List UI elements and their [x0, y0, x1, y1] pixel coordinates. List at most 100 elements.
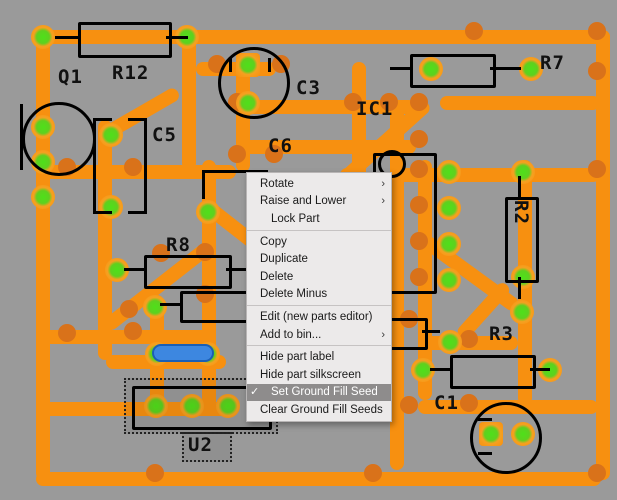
menu-item-delete-minus[interactable]: Delete Minus — [247, 286, 391, 304]
silkscreen-outline — [144, 255, 232, 289]
pad[interactable] — [511, 160, 535, 184]
part-label-R2: R2 — [510, 200, 532, 225]
menu-item-set-ground-fill-seed[interactable]: ✓ Set Ground Fill Seed — [247, 383, 391, 402]
menu-item-label: Delete — [260, 270, 294, 283]
component-lead — [518, 277, 521, 299]
pad[interactable] — [438, 330, 462, 354]
component-lead — [422, 330, 440, 333]
trace-segment[interactable] — [182, 30, 196, 170]
polarity-mark — [229, 58, 232, 72]
menu-item-label: Lock Part — [271, 212, 320, 225]
part-label-C3: C3 — [296, 77, 321, 99]
menu-item-label: Rotate — [260, 177, 294, 190]
trace-segment[interactable] — [36, 472, 601, 486]
chevron-right-icon: › — [381, 177, 385, 190]
via[interactable] — [588, 62, 606, 80]
menu-item-label: Edit (new parts editor) — [260, 310, 373, 323]
via[interactable] — [58, 324, 76, 342]
component-lead — [430, 368, 451, 371]
pcb-canvas[interactable]: Q1 R12 C5 C3 C6 IC1 R7 R2 R8 R3 C1 U2 Ro… — [0, 0, 617, 500]
menu-separator — [247, 345, 391, 347]
chevron-right-icon: › — [381, 195, 385, 208]
part-label-R7: R7 — [540, 52, 565, 74]
component-lead — [490, 67, 521, 70]
via[interactable] — [364, 464, 382, 482]
component-lead — [55, 36, 79, 39]
pad[interactable] — [31, 25, 55, 49]
menu-item-hide-part-label[interactable]: Hide part label — [247, 348, 391, 366]
via[interactable] — [146, 464, 164, 482]
part-label-IC1: IC1 — [356, 98, 394, 120]
silkscreen-outline — [128, 118, 147, 214]
menu-item-label: Delete Minus — [260, 288, 328, 301]
trace-segment[interactable] — [440, 96, 600, 110]
menu-item-lock-part[interactable]: Lock Part — [247, 210, 391, 228]
menu-item-raise-and-lower[interactable]: Raise and Lower › — [247, 193, 391, 211]
trace-segment[interactable] — [36, 30, 50, 330]
component-lead — [390, 67, 411, 70]
check-icon: ✓ — [250, 385, 260, 398]
component-lead — [166, 36, 188, 39]
pad[interactable] — [437, 160, 461, 184]
pad[interactable] — [510, 300, 534, 324]
menu-separator — [247, 229, 391, 231]
via[interactable] — [588, 22, 606, 40]
via[interactable] — [410, 130, 428, 148]
menu-item-label: Clear Ground Fill Seeds — [260, 403, 383, 416]
menu-item-clear-ground-fill-seeds[interactable]: Clear Ground Fill Seeds — [247, 401, 391, 419]
menu-item-label: Copy — [260, 235, 287, 248]
part-label-R12: R12 — [112, 62, 150, 84]
silkscreen-outline — [450, 355, 536, 389]
silkscreen-outline — [470, 402, 542, 474]
pad[interactable] — [437, 196, 461, 220]
pad[interactable] — [437, 268, 461, 292]
via[interactable] — [228, 145, 246, 163]
via[interactable] — [588, 160, 606, 178]
menu-item-delete[interactable]: Delete — [247, 268, 391, 286]
menu-item-duplicate[interactable]: Duplicate — [247, 250, 391, 268]
menu-item-label: Duplicate — [260, 253, 308, 266]
via[interactable] — [400, 396, 418, 414]
menu-item-hide-part-silkscreen[interactable]: Hide part silkscreen — [247, 366, 391, 384]
part-label-R8: R8 — [166, 234, 191, 256]
pad[interactable] — [143, 295, 167, 319]
menu-item-rotate[interactable]: Rotate › — [247, 175, 391, 193]
silkscreen-outline — [22, 102, 96, 176]
pad[interactable] — [31, 185, 55, 209]
component-lead — [124, 268, 145, 271]
component-lead — [518, 176, 521, 198]
via[interactable] — [465, 22, 483, 40]
trace-segment[interactable] — [180, 30, 610, 44]
via[interactable] — [460, 394, 478, 412]
selected-wire[interactable] — [152, 344, 214, 362]
polarity-mark — [478, 452, 492, 455]
pad[interactable] — [437, 232, 461, 256]
via[interactable] — [460, 330, 478, 348]
pad[interactable] — [196, 200, 220, 224]
part-label-C5: C5 — [152, 124, 177, 146]
trace-segment[interactable] — [36, 300, 50, 480]
component-lead — [530, 368, 550, 371]
menu-item-label: Set Ground Fill Seed — [271, 386, 378, 399]
via[interactable] — [588, 464, 606, 482]
part-label-C1: C1 — [434, 392, 459, 414]
context-menu[interactable]: Rotate › Raise and Lower › Lock Part Copy Dupl… — [246, 172, 392, 422]
part-label-R3: R3 — [489, 323, 514, 345]
component-lead — [226, 268, 248, 271]
via[interactable] — [120, 300, 138, 318]
part-label-C6: C6 — [268, 135, 293, 157]
menu-item-label: Add to bin... — [260, 328, 322, 341]
menu-item-label: Hide part label — [260, 351, 335, 364]
via[interactable] — [124, 322, 142, 340]
via[interactable] — [410, 93, 428, 111]
menu-separator — [247, 305, 391, 307]
silkscreen-outline — [93, 118, 112, 214]
menu-item-copy[interactable]: Copy — [247, 233, 391, 251]
part-label-U2: U2 — [188, 434, 213, 456]
menu-item-edit-new-parts-editor[interactable]: Edit (new parts editor) — [247, 308, 391, 326]
menu-item-label: Raise and Lower — [260, 195, 347, 208]
menu-item-label: Hide part silkscreen — [260, 368, 361, 381]
silkscreen-outline — [78, 22, 172, 58]
menu-item-add-to-bin[interactable]: Add to bin... › — [247, 326, 391, 344]
polarity-mark — [268, 58, 271, 72]
